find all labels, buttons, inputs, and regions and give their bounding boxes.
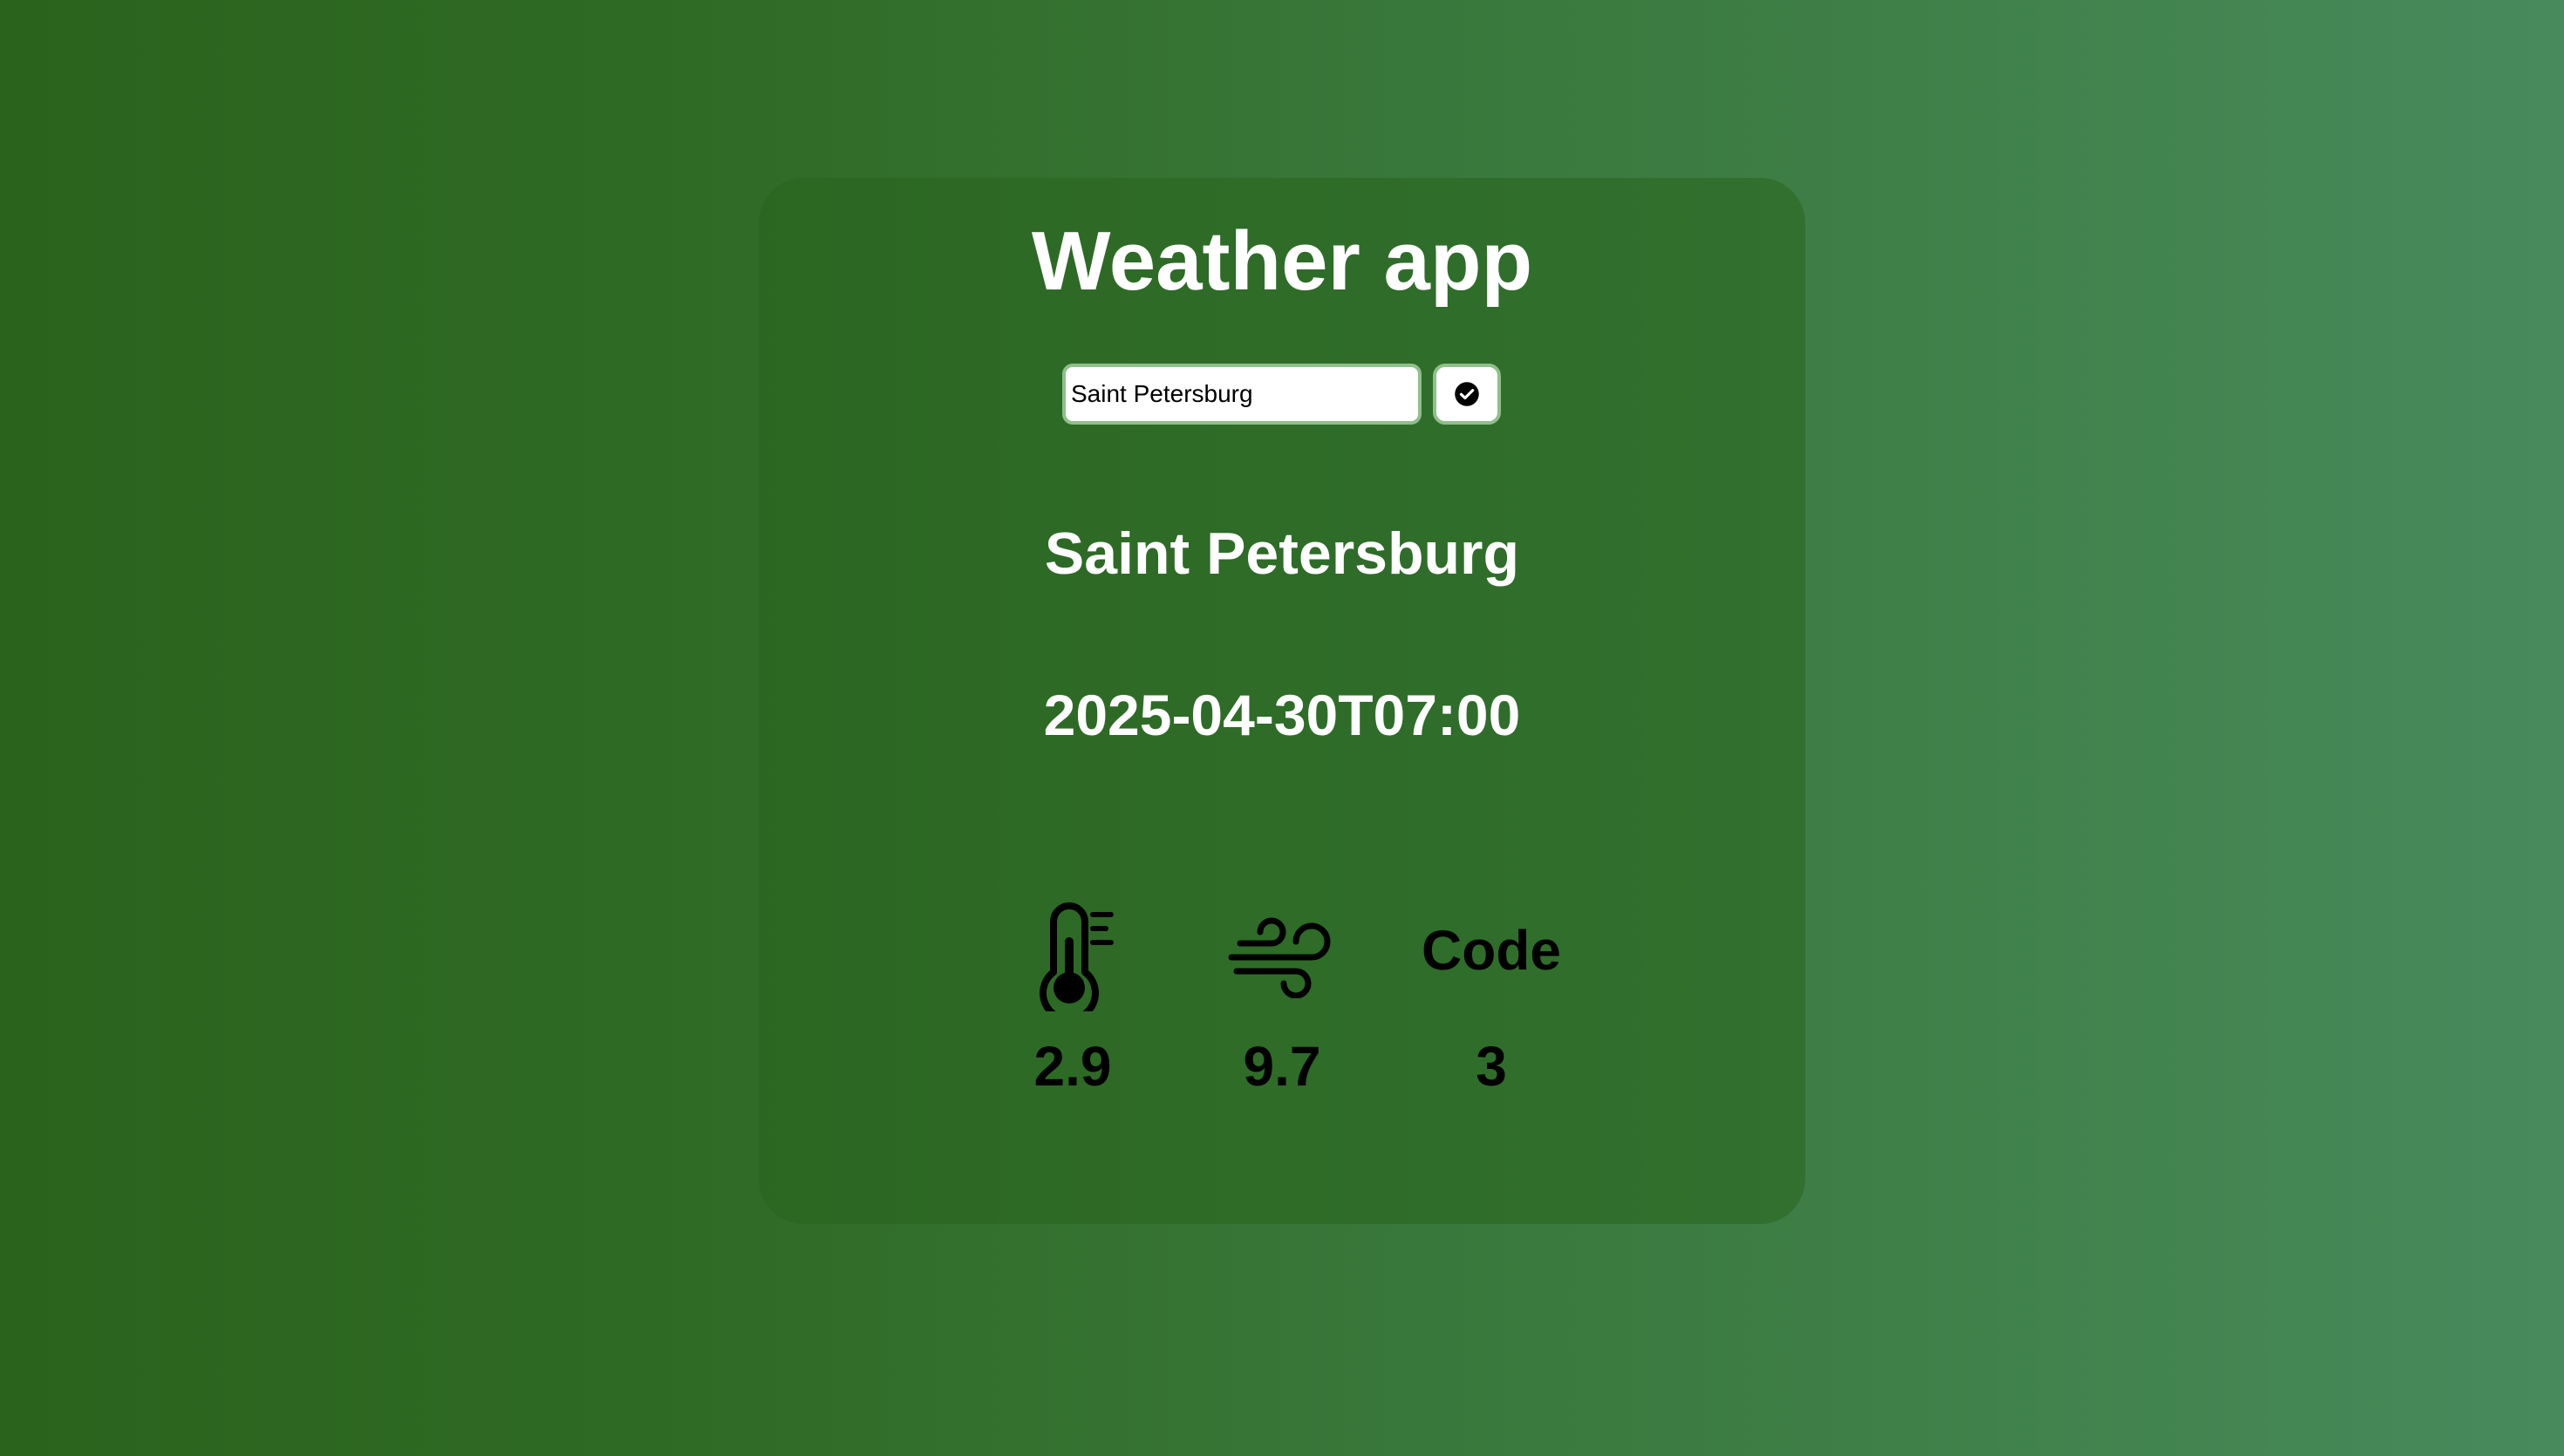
check-circle-icon xyxy=(1455,382,1479,406)
app-title: Weather app xyxy=(1031,214,1533,308)
city-search-input[interactable] xyxy=(1062,364,1422,425)
weather-code-label: Code xyxy=(1422,919,1561,982)
wind-icon xyxy=(1228,917,1331,998)
observation-datetime: 2025-04-30T07:00 xyxy=(1043,683,1521,747)
wind-metric xyxy=(1228,915,1333,998)
thermometer-icon xyxy=(1040,902,1114,1011)
search-submit-button[interactable] xyxy=(1433,364,1501,425)
temperature-metric xyxy=(1038,902,1116,1011)
city-name: Saint Petersburg xyxy=(1044,520,1520,587)
wind-value: 9.7 xyxy=(1243,1035,1321,1098)
weather-code-value: 3 xyxy=(1476,1035,1507,1098)
temperature-value: 2.9 xyxy=(1033,1035,1112,1098)
